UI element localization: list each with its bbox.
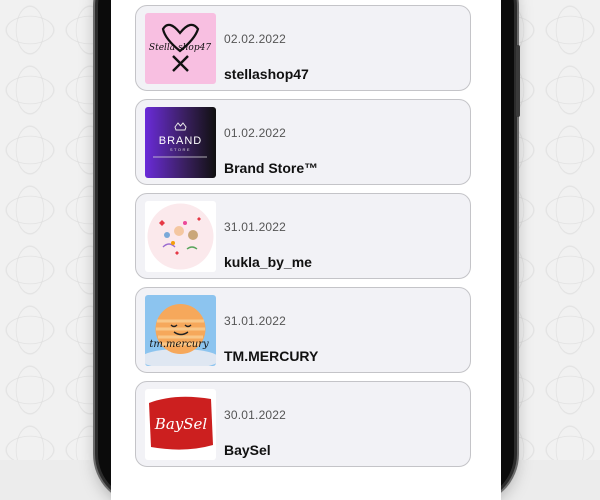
item-date: 31.01.2022 bbox=[224, 314, 287, 328]
list-item[interactable]: 31.01.2022 kukla_by_me bbox=[135, 193, 471, 279]
list-item[interactable]: BRAND STORE 01.02.2022 Brand Store™ bbox=[135, 99, 471, 185]
svg-text:Stella shop47: Stella shop47 bbox=[149, 43, 211, 53]
shop-name: stellashop47 bbox=[224, 66, 309, 82]
list-item[interactable]: BaySel 30.01.2022 BaySel bbox=[135, 381, 471, 467]
svg-text:BaySel: BaySel bbox=[154, 415, 208, 433]
svg-text:STORE: STORE bbox=[170, 147, 191, 152]
stella-logo-icon: Stella shop47 bbox=[145, 13, 216, 84]
item-date: 30.01.2022 bbox=[224, 408, 287, 422]
baysel-logo-icon: BaySel bbox=[145, 389, 216, 460]
mercury-planet-logo-icon: tm.mercury bbox=[145, 295, 216, 366]
item-date: 02.02.2022 bbox=[224, 32, 287, 46]
svg-text:tm.mercury: tm.mercury bbox=[149, 339, 209, 350]
brand-store-logo-icon: BRAND STORE bbox=[145, 107, 216, 178]
phone-frame: Stella shop47 02.02.2022 stellashop47 BR… bbox=[98, 0, 520, 500]
side-button bbox=[516, 45, 520, 117]
shop-list: Stella shop47 02.02.2022 stellashop47 BR… bbox=[135, 5, 471, 475]
kukla-logo-icon bbox=[145, 201, 216, 272]
shop-name: Brand Store™ bbox=[224, 160, 319, 176]
item-date: 01.02.2022 bbox=[224, 126, 287, 140]
shop-name: BaySel bbox=[224, 442, 271, 458]
shop-name: TM.MERCURY bbox=[224, 348, 319, 364]
item-date: 31.01.2022 bbox=[224, 220, 287, 234]
svg-text:BRAND: BRAND bbox=[159, 135, 203, 147]
shop-name: kukla_by_me bbox=[224, 254, 312, 270]
list-item[interactable]: Stella shop47 02.02.2022 stellashop47 bbox=[135, 5, 471, 91]
phone-screen: Stella shop47 02.02.2022 stellashop47 BR… bbox=[111, 0, 501, 500]
list-item[interactable]: tm.mercury 31.01.2022 TM.MERCURY bbox=[135, 287, 471, 373]
